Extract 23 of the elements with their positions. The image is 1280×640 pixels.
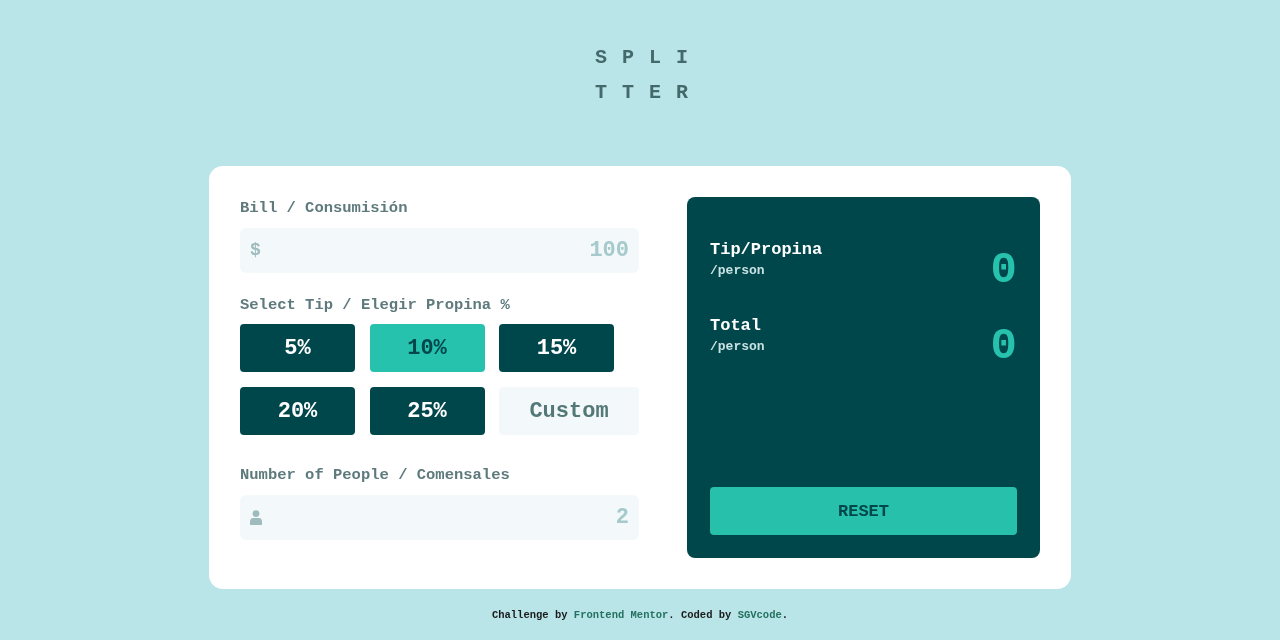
result-title: Total [710, 315, 762, 337]
footer-attribution: Challenge by Frontend Mentor. Coded by SGVcode. [491, 608, 789, 623]
tip-option-button[interactable]: 25% [369, 387, 485, 435]
tip-option-button[interactable]: 15% [499, 324, 614, 372]
people-input-field[interactable]: 2 [240, 495, 639, 540]
tip-option-button[interactable]: 20% [240, 387, 355, 435]
people-label: Number of People / Comensales [240, 465, 511, 486]
person-icon [250, 510, 262, 525]
bill-label: Bill / Consumisión [240, 198, 409, 219]
result-title: Tip/Propina [710, 239, 823, 261]
footer-link[interactable]: SGVcode [737, 609, 782, 621]
per-person-label: /person [710, 338, 765, 356]
per-person-label: /person [710, 262, 766, 280]
app-logo: SPLITTER [595, 45, 704, 106]
tip-option-button[interactable]: 5% [240, 324, 355, 372]
result-amount: 0 [990, 253, 1017, 287]
custom-tip-field[interactable]: Custom [499, 387, 639, 435]
reset-button[interactable]: RESET [710, 487, 1017, 535]
tip-option-button[interactable]: 10% [369, 324, 485, 372]
currency-symbol: $ [250, 240, 261, 261]
tip-label: Select Tip / Elegir Propina % [240, 295, 511, 316]
footer-link[interactable]: Frontend Mentor [573, 609, 669, 621]
result-amount: 0 [990, 329, 1017, 363]
